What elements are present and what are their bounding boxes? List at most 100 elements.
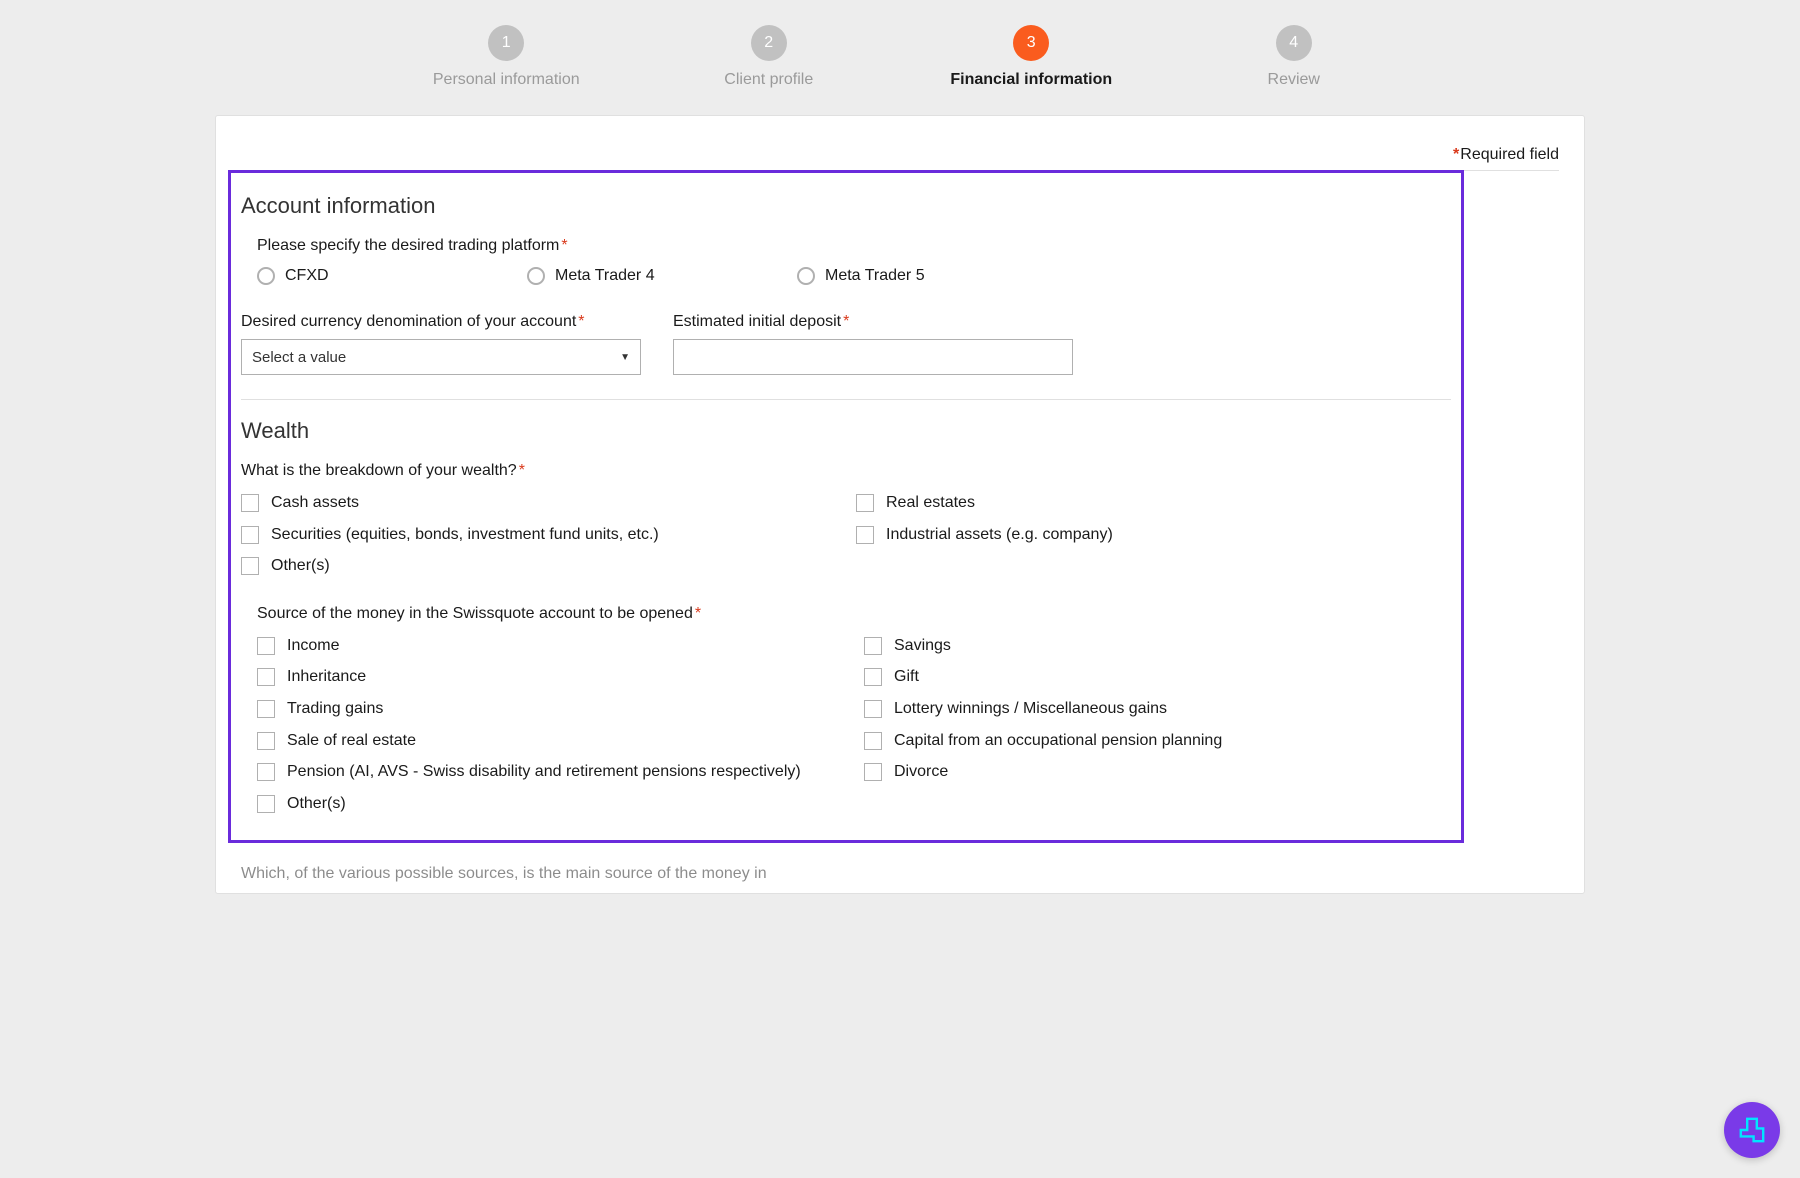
checkbox-label: Capital from an occupational pension pla… [894, 730, 1222, 752]
platform-question: Please specify the desired trading platf… [257, 237, 1451, 255]
checkbox-real-estates[interactable]: Real estates [856, 492, 1451, 514]
radio-circle[interactable] [257, 267, 275, 285]
checkbox-label: Other(s) [271, 555, 330, 577]
required-star-icon: * [695, 605, 701, 622]
checkbox-box[interactable] [241, 526, 259, 544]
required-star-icon: * [519, 462, 525, 479]
checkbox-label: Lottery winnings / Miscellaneous gains [894, 698, 1167, 720]
step-label-4: Review [1268, 71, 1320, 89]
currency-select[interactable]: Select a value ▼ [241, 339, 641, 375]
radio-label: Meta Trader 4 [555, 267, 655, 285]
cutoff-question: Which, of the various possible sources, … [241, 865, 1559, 883]
step-circle-1: 1 [488, 25, 524, 61]
checkbox-box[interactable] [856, 526, 874, 544]
checkbox-label: Industrial assets (e.g. company) [886, 524, 1113, 546]
checkbox-pension[interactable]: Pension (AI, AVS - Swiss disability and … [257, 761, 844, 783]
checkbox-box[interactable] [864, 732, 882, 750]
checkbox-box[interactable] [864, 763, 882, 781]
radio-mt4[interactable]: Meta Trader 4 [527, 267, 747, 285]
radio-circle[interactable] [527, 267, 545, 285]
step-label-2: Client profile [724, 71, 813, 89]
checkbox-box[interactable] [257, 668, 275, 686]
source-question: Source of the money in the Swissquote ac… [257, 605, 1451, 623]
checkbox-label: Real estates [886, 492, 975, 514]
checkbox-label: Divorce [894, 761, 948, 783]
checkbox-sale-real-estate[interactable]: Sale of real estate [257, 730, 844, 752]
checkbox-box[interactable] [241, 494, 259, 512]
checkbox-label: Cash assets [271, 492, 359, 514]
logo-icon [1736, 1114, 1768, 1146]
checkbox-cash-assets[interactable]: Cash assets [241, 492, 836, 514]
account-info-title: Account information [241, 193, 1451, 219]
chevron-down-icon: ▼ [620, 352, 630, 363]
checkbox-securities[interactable]: Securities (equities, bonds, investment … [241, 524, 836, 546]
source-question-text: Source of the money in the Swissquote ac… [257, 605, 693, 622]
highlight-box: Account information Please specify the d… [228, 170, 1464, 843]
checkbox-savings[interactable]: Savings [864, 635, 1451, 657]
platform-radio-group: CFXD Meta Trader 4 Meta Trader 5 [257, 267, 1451, 285]
checkbox-box[interactable] [257, 763, 275, 781]
step-circle-2: 2 [751, 25, 787, 61]
checkbox-box[interactable] [257, 637, 275, 655]
checkbox-industrial-assets[interactable]: Industrial assets (e.g. company) [856, 524, 1451, 546]
floating-help-badge[interactable] [1724, 1102, 1780, 1158]
deposit-label-text: Estimated initial deposit [673, 313, 841, 330]
breakdown-checkbox-grid: Cash assets Real estates Securities (equ… [241, 492, 1451, 577]
checkbox-other-wealth[interactable]: Other(s) [241, 555, 836, 577]
checkbox-label: Gift [894, 666, 919, 688]
checkbox-box[interactable] [257, 700, 275, 718]
breakdown-question-text: What is the breakdown of your wealth? [241, 462, 517, 479]
checkbox-box[interactable] [241, 557, 259, 575]
required-field-note: *Required field [241, 146, 1559, 171]
checkbox-box[interactable] [864, 637, 882, 655]
checkbox-income[interactable]: Income [257, 635, 844, 657]
step-2[interactable]: 2 Client profile [638, 25, 901, 89]
step-3[interactable]: 3 Financial information [900, 25, 1163, 89]
section-divider [241, 399, 1451, 400]
required-star-icon: * [561, 237, 567, 254]
step-circle-3: 3 [1013, 25, 1049, 61]
checkbox-box[interactable] [856, 494, 874, 512]
checkbox-other-source[interactable]: Other(s) [257, 793, 844, 815]
step-4[interactable]: 4 Review [1163, 25, 1426, 89]
deposit-input-group: Estimated initial deposit* [673, 313, 1073, 375]
radio-label: CFXD [285, 267, 329, 285]
deposit-input[interactable] [673, 339, 1073, 375]
required-field-text: Required field [1460, 146, 1559, 163]
deposit-label: Estimated initial deposit* [673, 313, 1073, 331]
checkbox-label: Pension (AI, AVS - Swiss disability and … [287, 761, 801, 783]
radio-circle[interactable] [797, 267, 815, 285]
currency-input-group: Desired currency denomination of your ac… [241, 313, 641, 375]
currency-deposit-row: Desired currency denomination of your ac… [241, 313, 1451, 375]
checkbox-trading-gains[interactable]: Trading gains [257, 698, 844, 720]
currency-label-text: Desired currency denomination of your ac… [241, 313, 576, 330]
radio-label: Meta Trader 5 [825, 267, 925, 285]
checkbox-occupational-pension[interactable]: Capital from an occupational pension pla… [864, 730, 1451, 752]
source-checkbox-grid: Income Savings Inheritance Gift Trading … [257, 635, 1451, 815]
checkbox-label: Savings [894, 635, 951, 657]
step-label-1: Personal information [433, 71, 580, 89]
checkbox-label: Inheritance [287, 666, 366, 688]
step-circle-4: 4 [1276, 25, 1312, 61]
checkbox-box[interactable] [257, 795, 275, 813]
radio-mt5[interactable]: Meta Trader 5 [797, 267, 1017, 285]
required-star-icon: * [1453, 146, 1459, 163]
checkbox-box[interactable] [257, 732, 275, 750]
checkbox-label: Other(s) [287, 793, 346, 815]
radio-cfxd[interactable]: CFXD [257, 267, 477, 285]
checkbox-label: Income [287, 635, 339, 657]
checkbox-box[interactable] [864, 700, 882, 718]
breakdown-question: What is the breakdown of your wealth?* [241, 462, 1451, 480]
stepper: 1 Personal information 2 Client profile … [375, 3, 1425, 103]
checkbox-gift[interactable]: Gift [864, 666, 1451, 688]
required-star-icon: * [843, 313, 849, 330]
checkbox-label: Sale of real estate [287, 730, 416, 752]
checkbox-label: Trading gains [287, 698, 383, 720]
step-1[interactable]: 1 Personal information [375, 25, 638, 89]
step-label-3: Financial information [950, 71, 1112, 89]
checkbox-box[interactable] [864, 668, 882, 686]
checkbox-divorce[interactable]: Divorce [864, 761, 1451, 783]
checkbox-lottery[interactable]: Lottery winnings / Miscellaneous gains [864, 698, 1451, 720]
currency-select-placeholder: Select a value [252, 349, 346, 366]
checkbox-inheritance[interactable]: Inheritance [257, 666, 844, 688]
